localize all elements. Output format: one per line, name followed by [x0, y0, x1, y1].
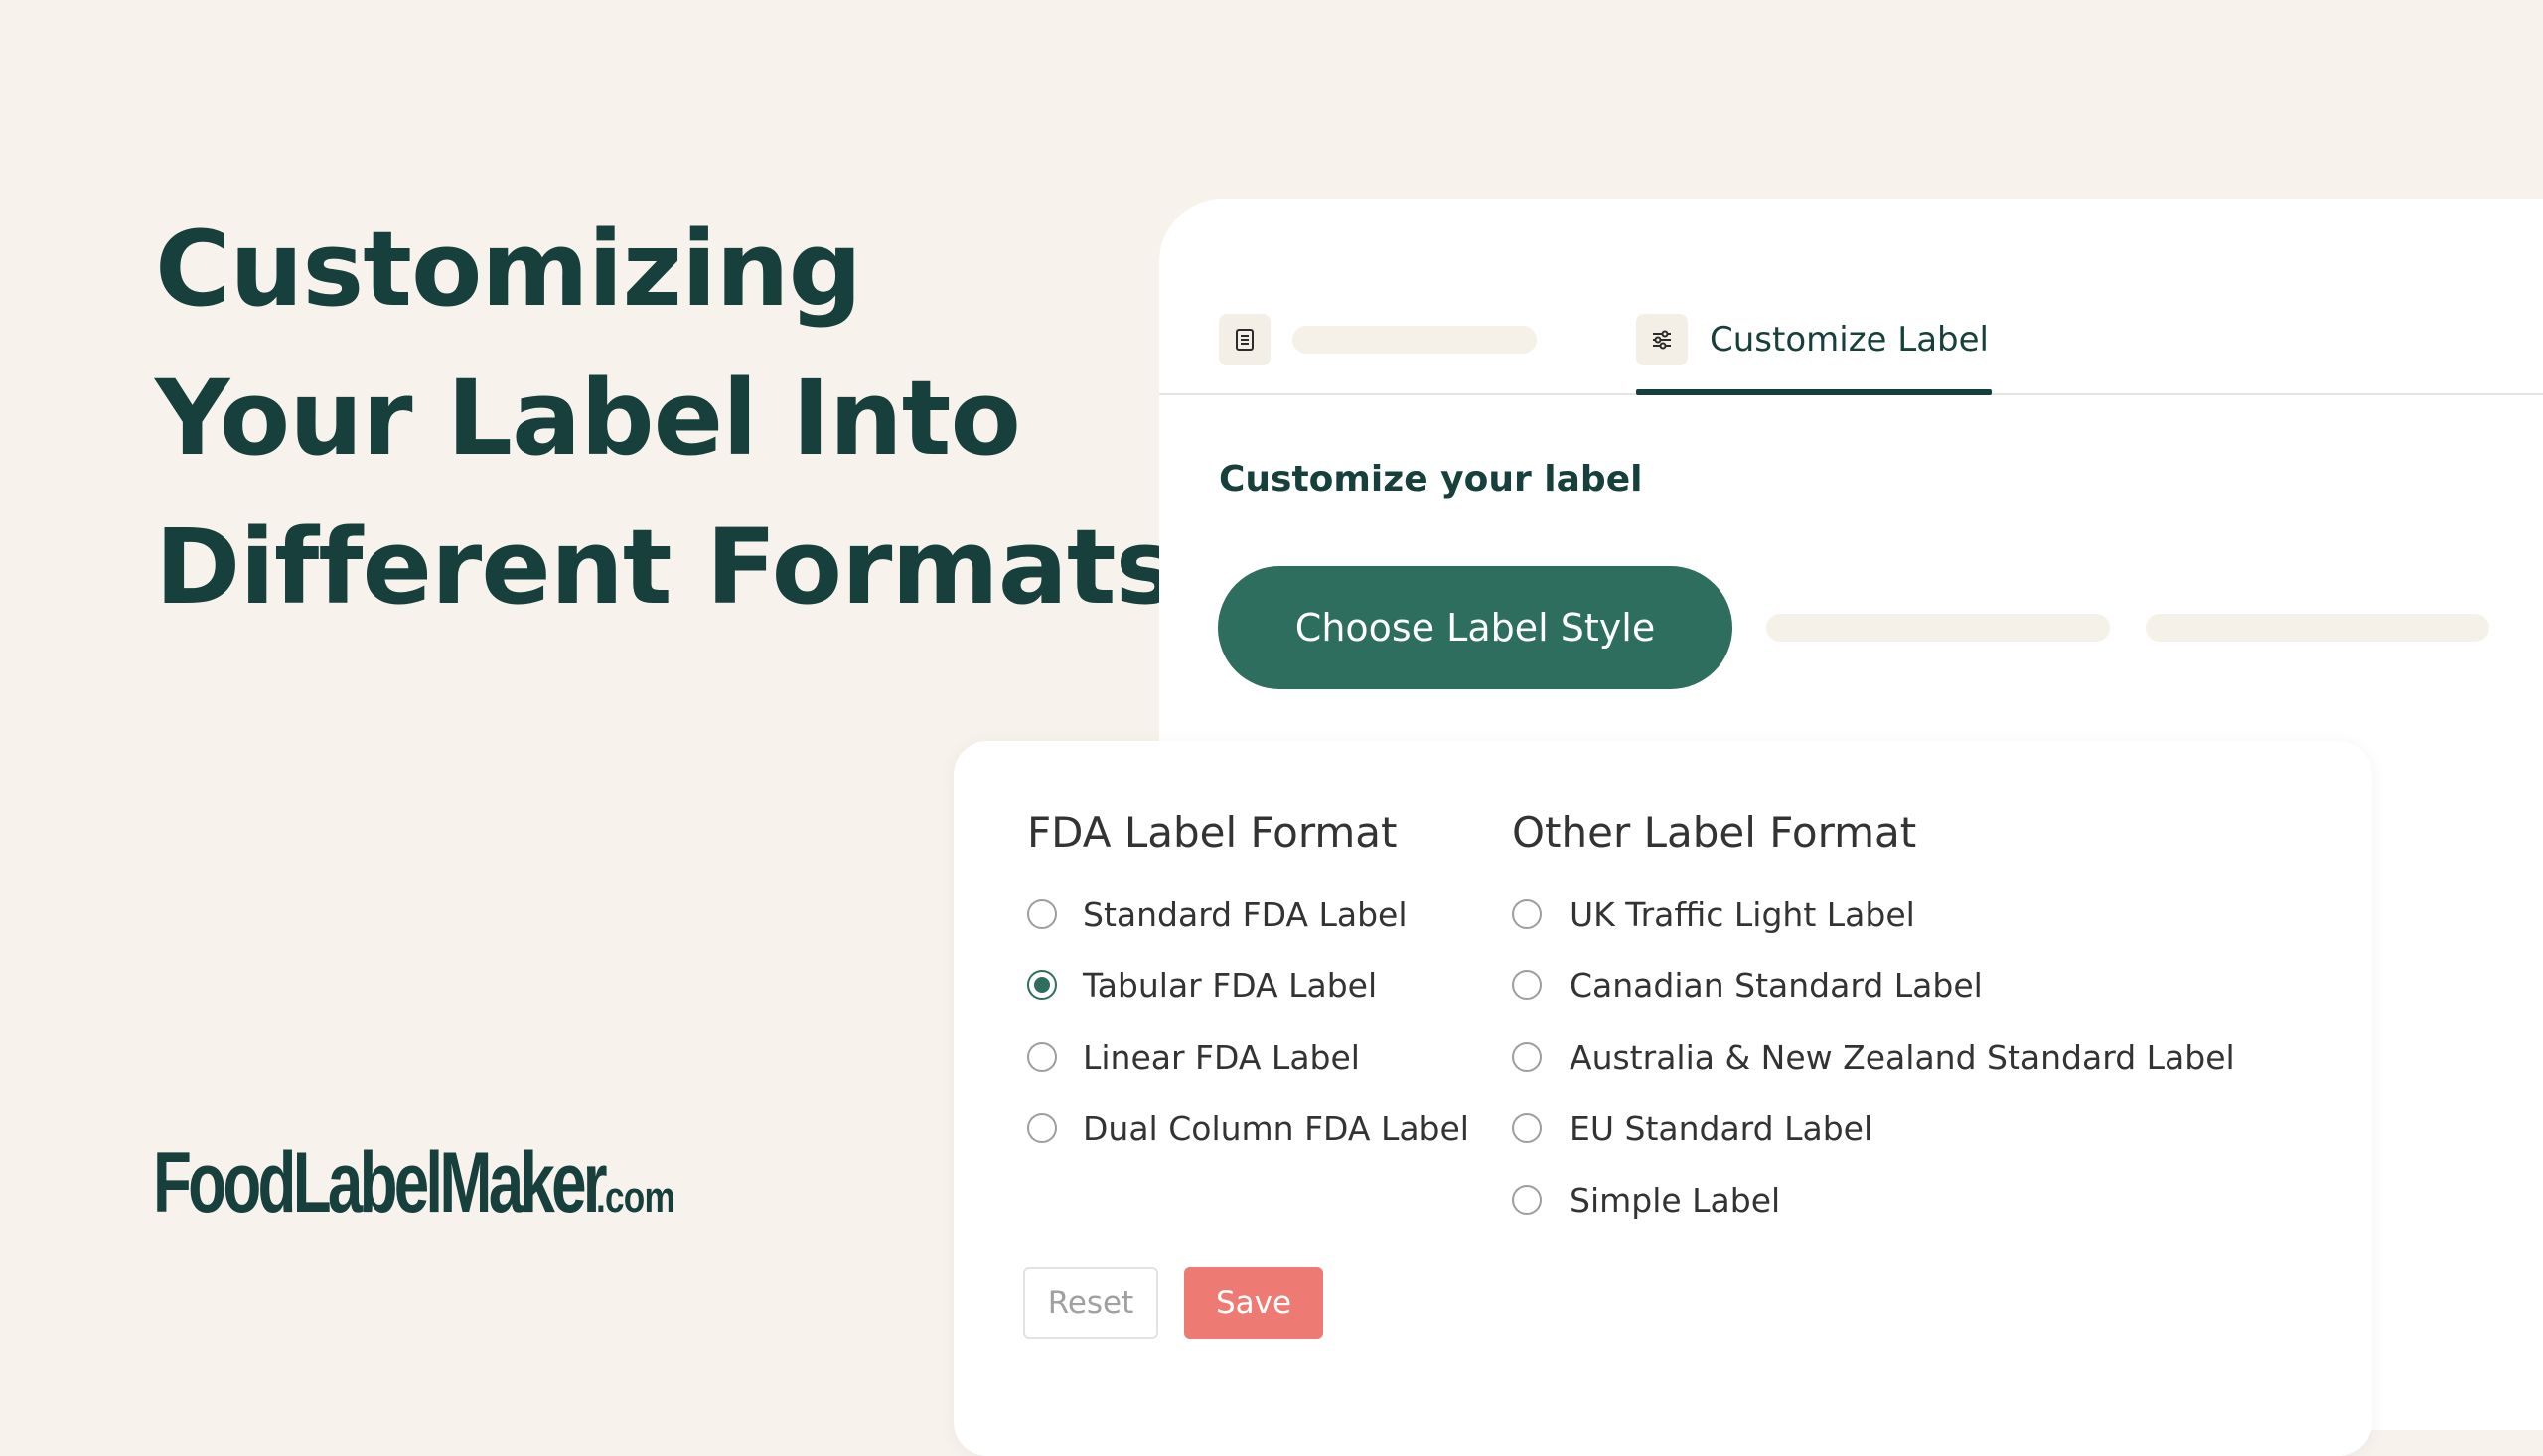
radio-button[interactable] [1512, 970, 1542, 1000]
label-format-card: FDA Label Format Standard FDA Label Tabu… [954, 741, 2372, 1456]
choose-label-style-button[interactable]: Choose Label Style [1218, 566, 1732, 689]
option-label: Standard FDA Label [1083, 894, 1408, 934]
option-label: EU Standard Label [1570, 1108, 1873, 1148]
logo-wordmark: FoodLabelMaker [153, 1135, 608, 1231]
fda-format-group: FDA Label Format Standard FDA Label Tabu… [1027, 808, 1469, 1164]
tab-label-placeholder [1292, 326, 1537, 354]
tab-customize-label[interactable]: Customize Label [1636, 314, 1992, 395]
option-label: UK Traffic Light Label [1570, 894, 1915, 934]
radio-button[interactable] [1027, 899, 1057, 929]
radio-button-selected[interactable] [1027, 970, 1057, 1000]
option-placeholder [2146, 614, 2489, 642]
logo-domain-suffix: .com [596, 1173, 675, 1222]
brand-logo: FoodLabelMaker .com [153, 1134, 694, 1233]
option-label: Simple Label [1570, 1180, 1781, 1220]
headline-line-3: Different Formats [155, 507, 1177, 628]
other-option-eu[interactable]: EU Standard Label [1512, 1092, 2235, 1164]
other-format-group: Other Label Format UK Traffic Light Labe… [1512, 808, 2235, 1236]
option-label: Canadian Standard Label [1570, 965, 1983, 1005]
headline-line-1: Customizing [155, 209, 862, 330]
headline: Customizing Your Label Into Different Fo… [155, 195, 1177, 642]
tab-customize-label-text: Customize Label [1710, 320, 1989, 360]
option-label: Dual Column FDA Label [1083, 1108, 1469, 1148]
radio-button[interactable] [1027, 1113, 1057, 1143]
other-option-australia-nz[interactable]: Australia & New Zealand Standard Label [1512, 1021, 2235, 1092]
fda-option-standard[interactable]: Standard FDA Label [1027, 878, 1469, 949]
radio-button[interactable] [1512, 1042, 1542, 1072]
radio-button[interactable] [1512, 1113, 1542, 1143]
fda-option-dual-column[interactable]: Dual Column FDA Label [1027, 1092, 1469, 1164]
save-button[interactable]: Save [1184, 1267, 1323, 1339]
fda-format-title: FDA Label Format [1027, 808, 1398, 857]
fda-option-tabular[interactable]: Tabular FDA Label [1027, 949, 1469, 1021]
active-tab-indicator [1636, 389, 1992, 395]
tab-bar: Customize Label [1159, 199, 2543, 395]
sliders-icon [1636, 314, 1688, 365]
fda-option-linear[interactable]: Linear FDA Label [1027, 1021, 1469, 1092]
headline-line-2: Your Label Into [155, 358, 1021, 479]
radio-button[interactable] [1512, 899, 1542, 929]
document-icon[interactable] [1219, 314, 1271, 365]
other-format-title: Other Label Format [1512, 808, 1917, 857]
other-option-simple[interactable]: Simple Label [1512, 1164, 2235, 1236]
other-option-canadian[interactable]: Canadian Standard Label [1512, 949, 2235, 1021]
radio-button[interactable] [1512, 1185, 1542, 1215]
option-label: Linear FDA Label [1083, 1037, 1360, 1077]
option-label: Australia & New Zealand Standard Label [1570, 1037, 2235, 1077]
option-placeholder [1766, 614, 2110, 642]
reset-button[interactable]: Reset [1023, 1267, 1158, 1339]
other-option-uk-traffic-light[interactable]: UK Traffic Light Label [1512, 878, 2235, 949]
option-label: Tabular FDA Label [1083, 965, 1378, 1005]
section-title: Customize your label [1219, 459, 1643, 500]
radio-button[interactable] [1027, 1042, 1057, 1072]
